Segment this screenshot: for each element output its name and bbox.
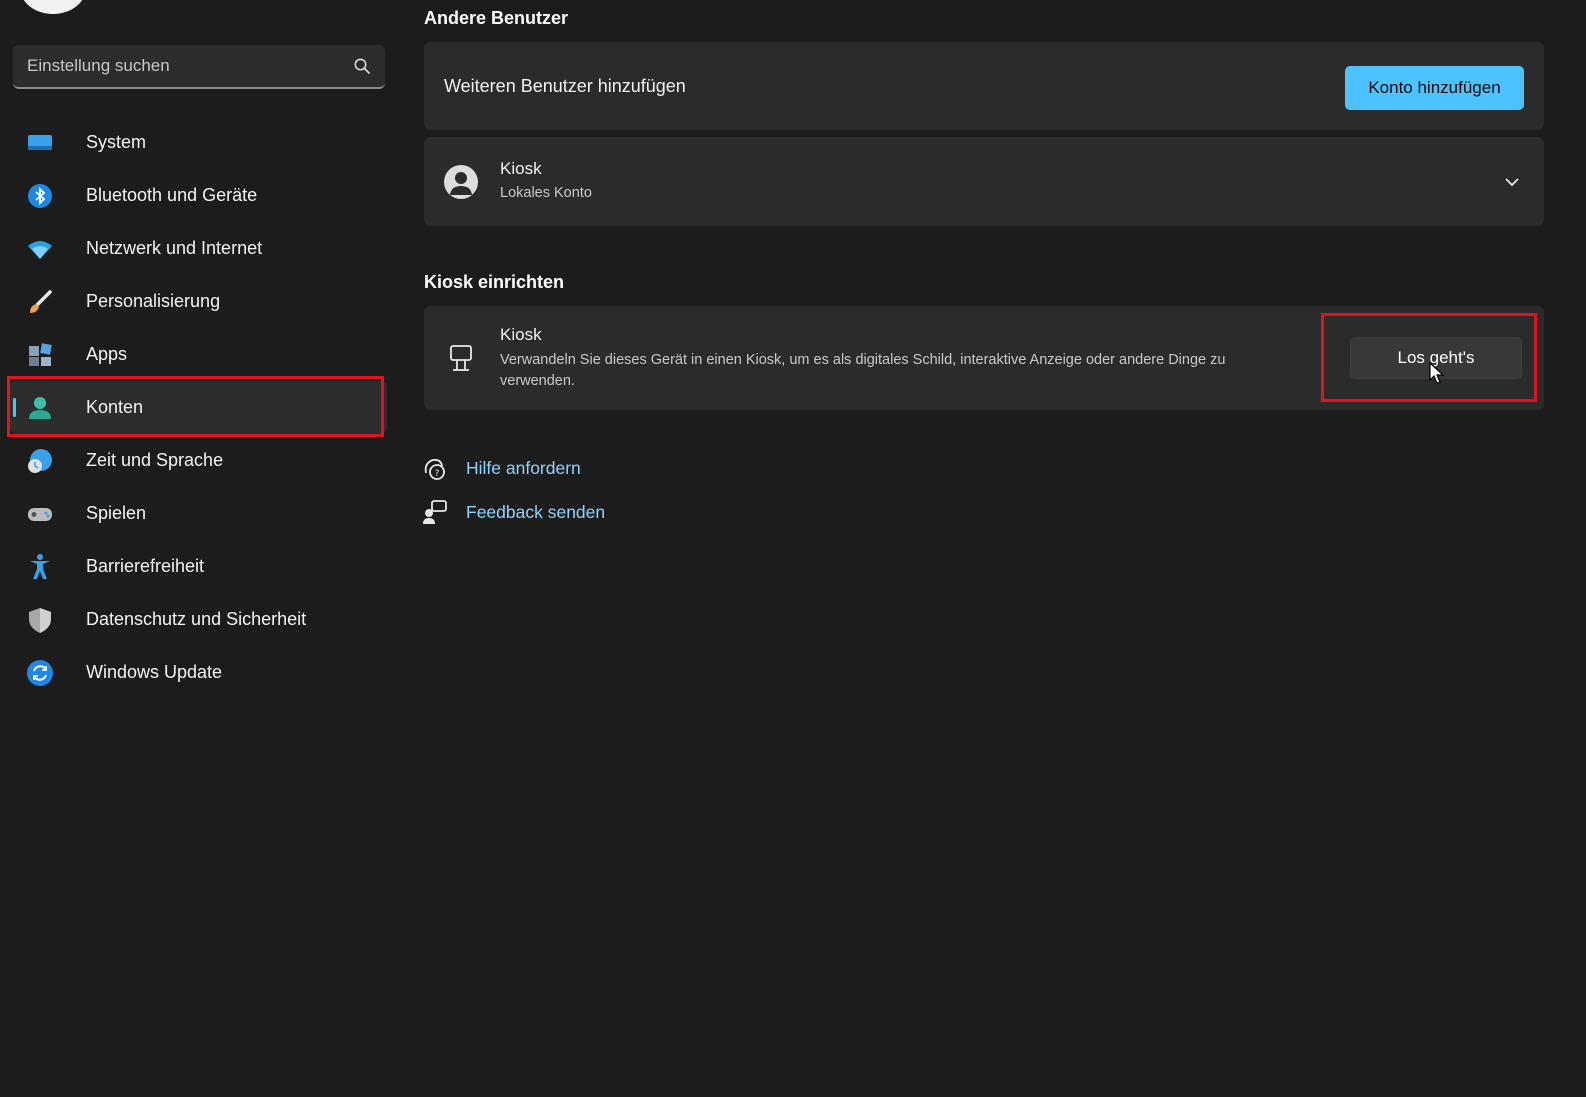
update-icon (26, 659, 54, 687)
user-card-kiosk[interactable]: Kiosk Lokales Konto (424, 137, 1544, 226)
chevron-down-icon[interactable] (1504, 174, 1520, 190)
feedback-icon (423, 500, 447, 524)
sidebar-item-network[interactable]: Netzwerk und Internet (10, 222, 387, 275)
kiosk-icon (450, 345, 472, 371)
bluetooth-icon (26, 182, 54, 210)
settings-window: System Bluetooth und Geräte Netzwerk und… (0, 0, 1586, 1097)
sidebar-item-label: Apps (86, 344, 128, 364)
sidebar-item-gaming[interactable]: Spielen (10, 487, 387, 540)
sidebar-item-label: Datenschutz und Sicherheit (86, 609, 307, 629)
svg-text:?: ? (435, 469, 440, 479)
user-avatar[interactable] (20, 0, 86, 14)
sidebar-item-bluetooth[interactable]: Bluetooth und Geräte (10, 169, 387, 222)
search-box[interactable] (13, 45, 385, 89)
sidebar-nav: System Bluetooth und Geräte Netzwerk und… (10, 116, 387, 699)
search-icon[interactable] (353, 57, 371, 75)
sidebar-item-label: Barrierefreiheit (86, 556, 205, 576)
sidebar-item-label: Konten (86, 397, 144, 417)
feedback-link[interactable]: Feedback senden (422, 499, 605, 525)
system-icon (26, 129, 54, 157)
shield-icon (26, 606, 54, 634)
sidebar-item-windows-update[interactable]: Windows Update (10, 646, 387, 699)
sidebar-item-label: Personalisierung (86, 291, 221, 311)
time-language-icon (26, 447, 54, 475)
brush-icon (26, 288, 54, 316)
sidebar-item-accessibility[interactable]: Barrierefreiheit (10, 540, 387, 593)
sidebar-item-label: Windows Update (86, 662, 223, 682)
sidebar-item-accounts[interactable]: Konten (10, 381, 387, 434)
sidebar-item-label: System (86, 132, 147, 152)
kiosk-card: Kiosk Verwandeln Sie dieses Gerät in ein… (424, 306, 1544, 410)
section-heading-other-users: Andere Benutzer (424, 8, 569, 28)
sidebar-item-apps[interactable]: Apps (10, 328, 387, 381)
sidebar-item-label: Netzwerk und Internet (86, 238, 263, 258)
gamepad-icon (26, 500, 54, 528)
add-account-button[interactable]: Konto hinzufügen (1345, 66, 1524, 110)
wifi-icon (26, 235, 54, 263)
help-icon: ? (424, 458, 445, 480)
feedback-link-label[interactable]: Feedback senden (466, 502, 605, 523)
sidebar-item-privacy[interactable]: Datenschutz und Sicherheit (10, 593, 387, 646)
user-info: Kiosk Lokales Konto (500, 159, 592, 204)
search-input[interactable] (27, 56, 353, 76)
sidebar-item-label: Zeit und Sprache (86, 450, 224, 470)
user-name: Kiosk (500, 159, 542, 178)
sidebar-item-label: Spielen (86, 503, 147, 523)
help-link[interactable]: ? Hilfe anfordern (422, 455, 581, 481)
section-heading-kiosk: Kiosk einrichten (424, 272, 565, 292)
sidebar-item-personalization[interactable]: Personalisierung (10, 275, 387, 328)
apps-icon (26, 341, 54, 369)
sidebar-item-system[interactable]: System (10, 116, 387, 169)
sidebar-item-time-language[interactable]: Zeit und Sprache (10, 434, 387, 487)
kiosk-title: Kiosk (500, 324, 542, 344)
sidebar-item-label: Bluetooth und Geräte (86, 185, 258, 205)
add-user-label: Weiteren Benutzer hinzufügen (444, 75, 686, 96)
help-link-label[interactable]: Hilfe anfordern (466, 458, 581, 479)
kiosk-description: Verwandeln Sie dieses Gerät in einen Kio… (500, 351, 1226, 389)
accessibility-icon (26, 553, 54, 581)
kiosk-info: Kiosk Verwandeln Sie dieses Gerät in ein… (500, 325, 1300, 392)
user-avatar-icon (444, 164, 478, 199)
account-icon (26, 394, 54, 422)
mouse-cursor-icon (1429, 362, 1445, 384)
add-user-card: Weiteren Benutzer hinzufügen Konto hinzu… (424, 42, 1544, 130)
user-account-type: Lokales Konto (500, 185, 592, 201)
